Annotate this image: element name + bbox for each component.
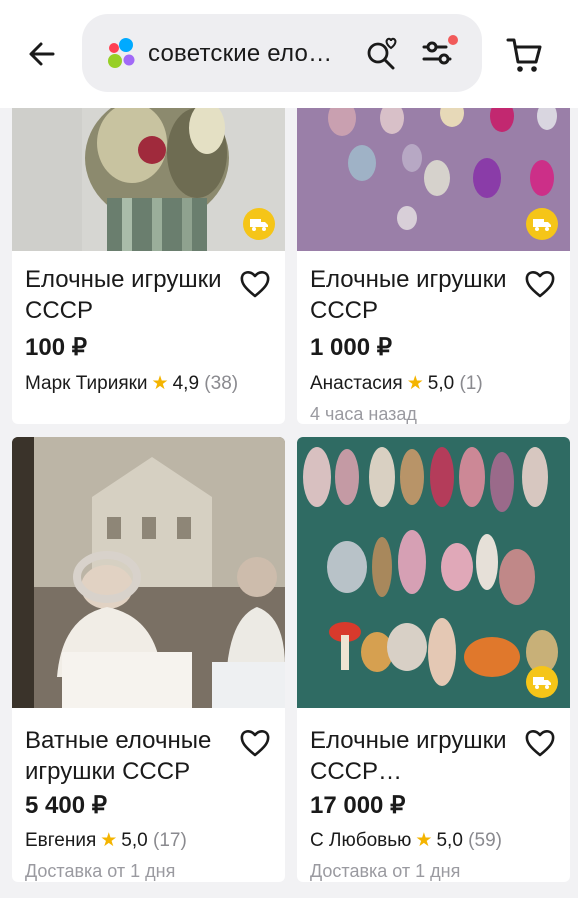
heart-icon[interactable] — [524, 268, 556, 300]
truck-icon — [250, 219, 268, 231]
listing-card[interactable]: Елочные игрушки СССР 1 000 ₽ Анастасия ★ 5… — [297, 108, 570, 424]
seller-rating: 5,0 — [436, 830, 463, 851]
back-button[interactable] — [22, 34, 62, 74]
back-arrow-icon — [29, 42, 55, 66]
top-bar: советские ело… — [0, 0, 578, 108]
seller-name: Анастасия — [310, 373, 403, 394]
delivery-badge — [526, 208, 558, 240]
seller-rating: 4,9 — [172, 373, 200, 394]
listing-card[interactable]: Ватные елочные игрушки СССР 5 400 ₽ Евге… — [12, 437, 285, 882]
listing-photo — [12, 437, 285, 708]
app-logo-icon — [108, 38, 135, 68]
seller-info: Марк Тирияки ★ 4,9 (38) — [25, 372, 238, 395]
listing-title: Елочные игрушки СССР — [25, 266, 222, 324]
listing-title: Елочные игрушки СССР… — [310, 727, 507, 785]
delivery-info: Доставка от 1 дня — [310, 861, 461, 881]
listing-price: 5 400 ₽ — [25, 792, 107, 819]
heart-icon[interactable] — [239, 727, 271, 759]
listing-grid: Елочные игрушки СССР 100 ₽ Марк Тирияки ★… — [0, 108, 578, 898]
seller-info: Анастасия ★ 5,0 (1) — [310, 372, 483, 395]
listing-title: Ватные елочные игрушки СССР — [25, 727, 212, 785]
delivery-badge — [243, 208, 275, 240]
listing-time: 4 часа назад — [310, 404, 417, 424]
listing-card[interactable]: Елочные игрушки СССР 100 ₽ Марк Тирияки ★… — [12, 108, 285, 424]
search-query: советские ело… — [148, 40, 333, 67]
seller-rating: 5,0 — [121, 830, 148, 851]
star-icon: ★ — [100, 830, 118, 851]
listing-card[interactable]: Елочные игрушки СССР… 17 000 ₽ С Любовью… — [297, 437, 570, 882]
listing-price: 17 000 ₽ — [310, 792, 406, 819]
star-icon: ★ — [406, 373, 424, 394]
truck-icon — [533, 219, 551, 231]
heart-icon[interactable] — [239, 268, 271, 300]
star-icon: ★ — [151, 373, 169, 394]
listing-price: 100 ₽ — [25, 334, 87, 361]
cart-icon[interactable] — [504, 34, 544, 74]
review-count: (59) — [468, 830, 502, 851]
review-count: (38) — [204, 373, 239, 394]
review-count: (1) — [459, 373, 483, 394]
listing-photo — [297, 437, 570, 708]
saved-search-icon[interactable] — [365, 36, 399, 70]
truck-icon — [533, 677, 551, 689]
listing-photo — [12, 108, 285, 251]
filters-icon[interactable] — [420, 34, 460, 70]
listing-title: Елочные игрушки СССР — [310, 266, 507, 324]
seller-rating: 5,0 — [427, 373, 455, 394]
heart-icon[interactable] — [524, 727, 556, 759]
review-count: (17) — [153, 830, 187, 851]
seller-name: Евгения — [25, 830, 97, 851]
star-icon: ★ — [415, 830, 433, 851]
listing-photo — [297, 108, 570, 251]
listing-price: 1 000 ₽ — [310, 334, 392, 361]
seller-info: Евгения ★ 5,0 (17) — [25, 829, 187, 852]
delivery-info: Доставка от 1 дня — [25, 861, 176, 881]
seller-info: С Любовью ★ 5,0 (59) — [310, 829, 502, 852]
seller-name: С Любовью — [310, 830, 412, 851]
delivery-badge — [526, 666, 558, 698]
seller-name: Марк Тирияки — [25, 373, 148, 394]
search-field[interactable]: советские ело… — [82, 14, 482, 92]
